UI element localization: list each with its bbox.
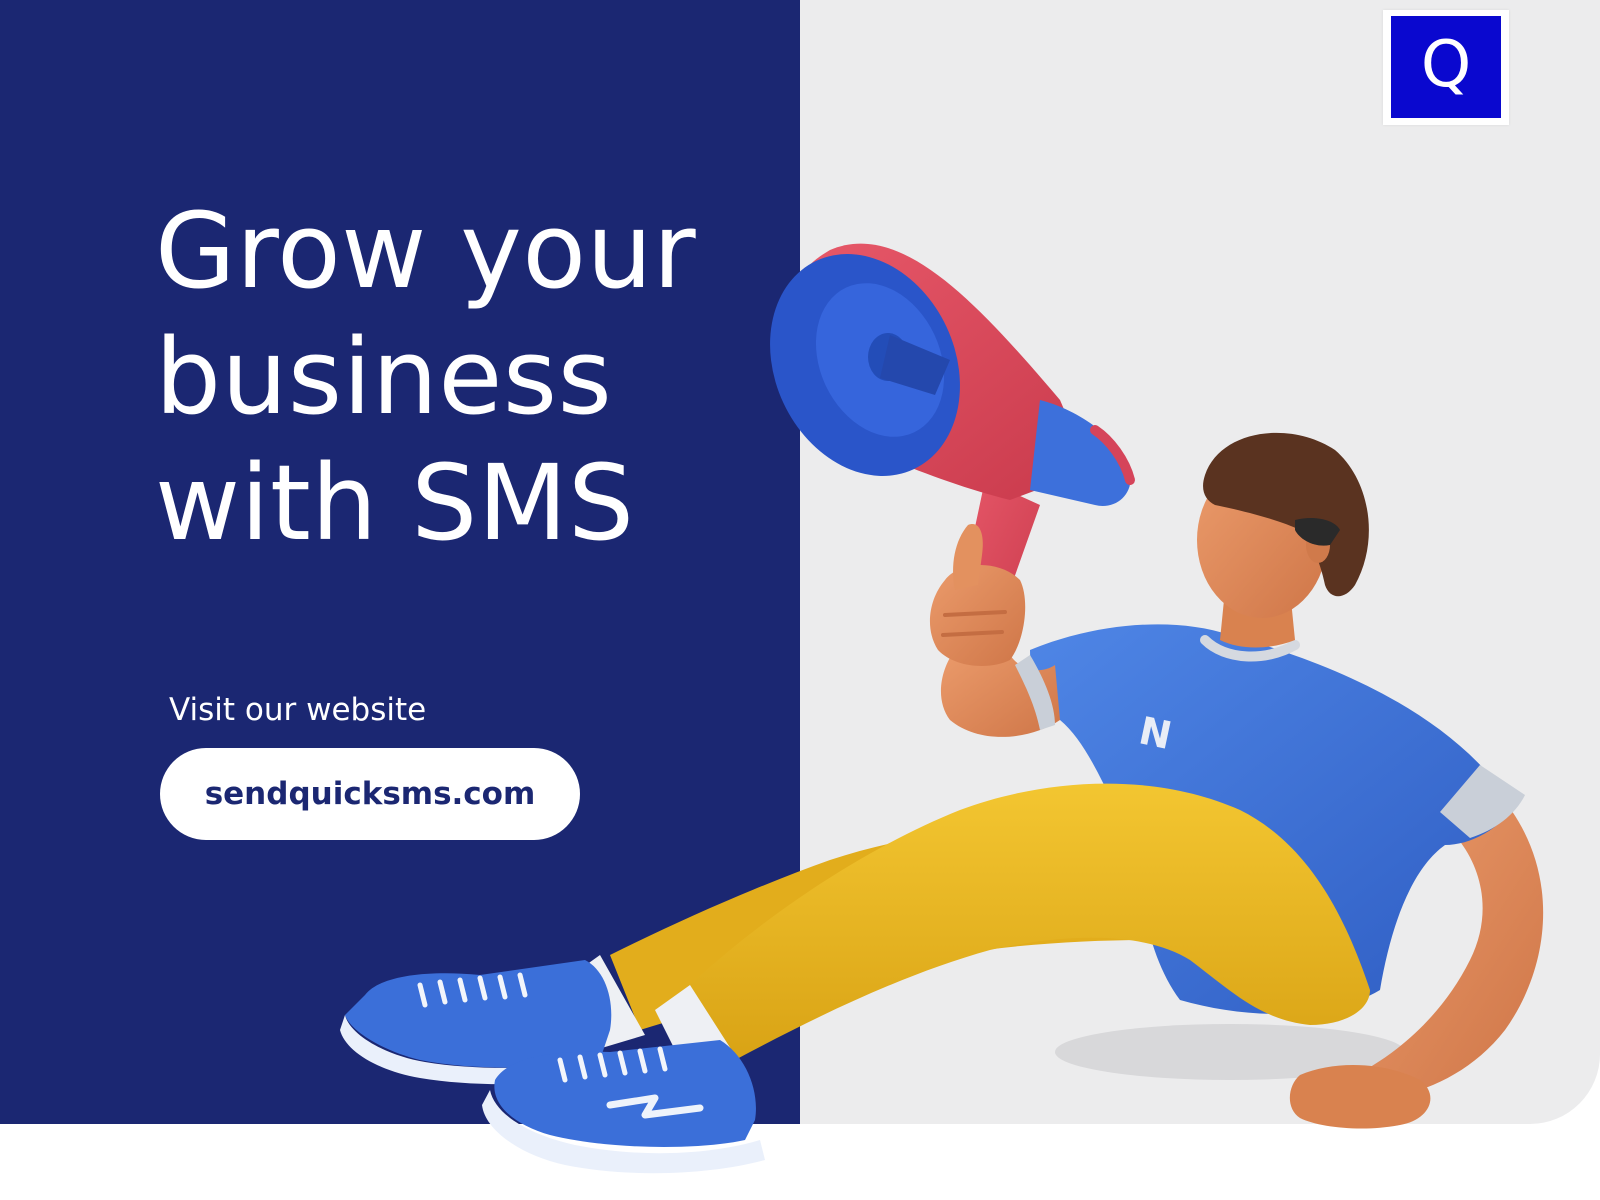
promo-banner: Q Grow your business with SMS Visit our … bbox=[0, 0, 1600, 1200]
megaphone-person-illustration: N bbox=[340, 243, 1544, 1174]
thumb bbox=[953, 524, 983, 590]
